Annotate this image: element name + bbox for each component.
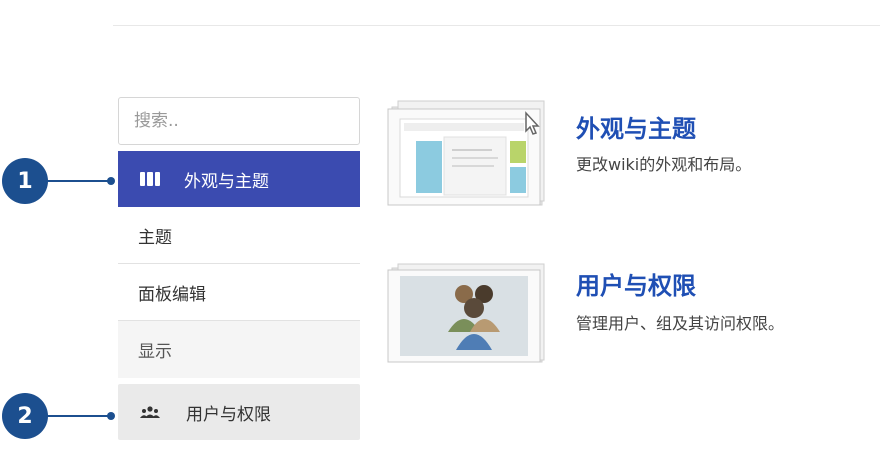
sidebar-item-appearance[interactable]: 外观与主题 <box>118 151 360 207</box>
users-rights-description: 管理用户、组及其访问权限。 <box>576 314 785 333</box>
sidebar-subitem-label: 主题 <box>138 227 172 248</box>
layout-icon <box>140 172 160 186</box>
sidebar-subitem-label: 面板编辑 <box>138 284 206 305</box>
sidebar-subitem-display[interactable]: 显示 <box>118 321 360 378</box>
layout-thumbnail[interactable] <box>386 97 548 209</box>
users-rights-link[interactable]: 用户与权限 <box>576 266 696 301</box>
sidebar-item-users-rights[interactable]: 用户与权限 <box>118 384 360 440</box>
admin-sidebar: 外观与主题 主题 面板编辑 显示 用户与权限 <box>118 97 360 440</box>
callout-line-1 <box>46 180 110 182</box>
sidebar-subitem-label: 显示 <box>138 342 172 362</box>
sidebar-subitem-panel-edit[interactable]: 面板编辑 <box>118 264 360 321</box>
users-thumbnail[interactable] <box>386 262 548 366</box>
callout-dot-1 <box>107 177 115 185</box>
appearance-link[interactable]: 外观与主题 <box>576 109 696 144</box>
top-divider <box>113 25 880 26</box>
users-icon <box>140 406 162 418</box>
callout-marker-1: 1 <box>2 158 48 204</box>
callout-marker-2: 2 <box>2 393 48 439</box>
search-input[interactable] <box>118 97 360 145</box>
appearance-description: 更改wiki的外观和布局。 <box>576 155 752 174</box>
callout-line-2 <box>46 415 110 417</box>
sidebar-subitem-theme[interactable]: 主题 <box>118 207 360 264</box>
callout-dot-2 <box>107 412 115 420</box>
sidebar-item-label: 用户与权限 <box>186 404 271 425</box>
sidebar-item-label: 外观与主题 <box>184 171 269 192</box>
